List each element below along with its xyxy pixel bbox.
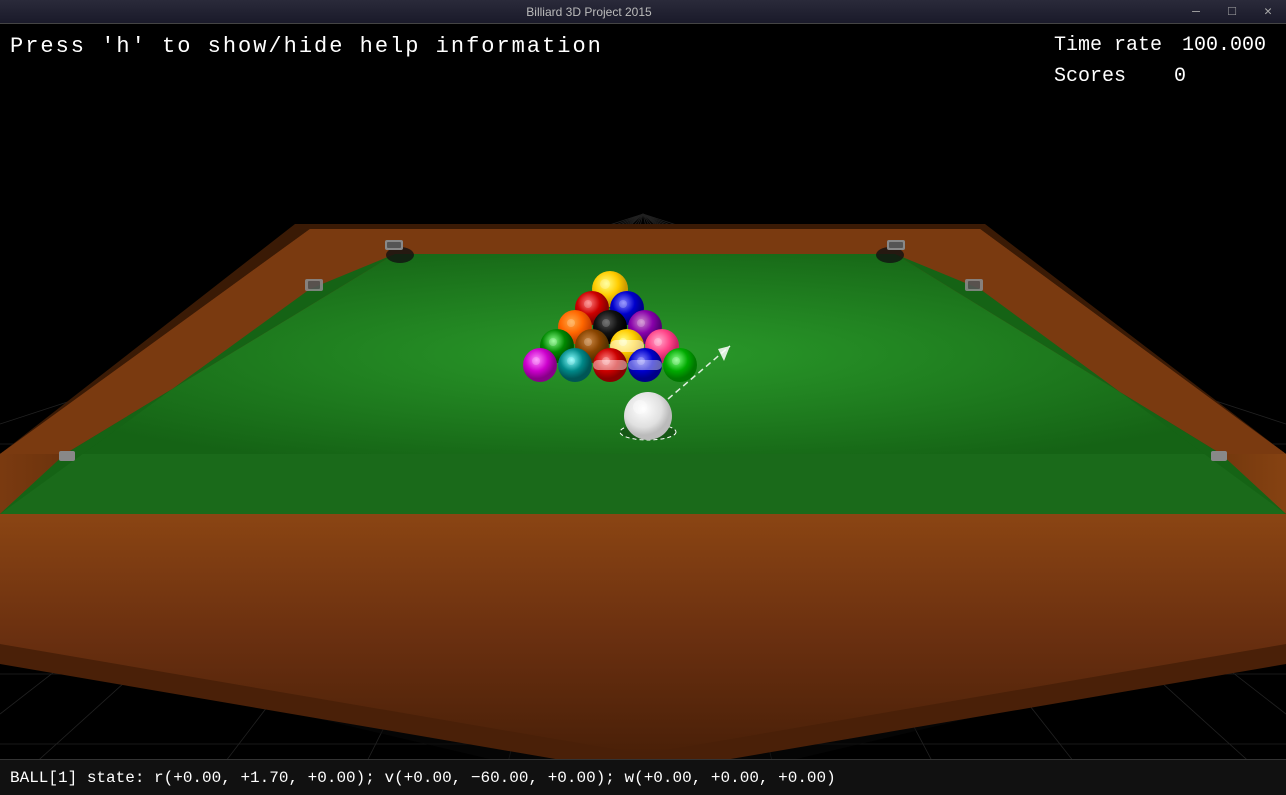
window-controls[interactable]: — □ ✕ <box>1178 0 1286 24</box>
game-scene <box>0 24 1286 795</box>
ball-state-text: BALL[1] state: r(+0.00, +1.70, +0.00); v… <box>10 769 836 787</box>
maximize-btn[interactable]: □ <box>1214 0 1250 24</box>
title-bar-label: Billiard 3D Project 2015 <box>0 5 1178 19</box>
time-rate-value: 100.000 <box>1182 34 1266 57</box>
help-text: Press 'h' to show/hide help information <box>10 34 603 59</box>
minimize-btn[interactable]: — <box>1178 0 1214 24</box>
hud-stats: Time rate 100.000 Scores 0 <box>1054 34 1266 96</box>
scores-label: Scores <box>1054 65 1154 88</box>
close-btn[interactable]: ✕ <box>1250 0 1286 24</box>
status-bar: BALL[1] state: r(+0.00, +1.70, +0.00); v… <box>0 759 1286 795</box>
game-area: Press 'h' to show/hide help information … <box>0 24 1286 795</box>
time-rate-label: Time rate <box>1054 34 1162 57</box>
scores-value: 0 <box>1174 65 1186 88</box>
